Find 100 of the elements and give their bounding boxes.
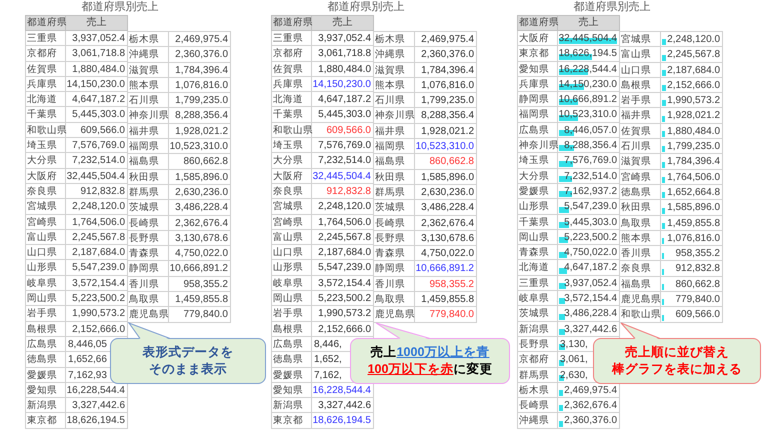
table-cell-text: 2,152,666.0 bbox=[317, 322, 372, 337]
table-cell-text: 16,228,544.4 bbox=[312, 384, 372, 398]
table-cell-text: 2,248,120.0 bbox=[317, 200, 372, 214]
table-cell-text: 2,152,666.0 bbox=[71, 322, 126, 337]
column-header: 売上 bbox=[66, 15, 128, 31]
table-cell: 石川県 bbox=[128, 93, 169, 108]
table-cell: 富山県 bbox=[620, 47, 661, 63]
table-cell-text: 1,990,573.2 bbox=[666, 94, 721, 108]
table-title: 都道府県別売上 bbox=[572, 0, 652, 15]
table-cell-text: 5,223,500.2 bbox=[71, 292, 126, 306]
table-cell-text: 1,076,816.0 bbox=[174, 78, 229, 93]
table-cell: 京都府 bbox=[517, 352, 558, 368]
table-cell: 和歌山県 bbox=[620, 307, 661, 323]
table-cell-text: 8,446,05 bbox=[67, 338, 108, 352]
table-cell-text: 4,750,022.0 bbox=[563, 246, 618, 260]
table-cell-text: 3,327,442.6 bbox=[317, 399, 372, 414]
table-cell-text: 2,630, bbox=[559, 368, 589, 383]
table-cell-text: 14,150,230.0 bbox=[312, 78, 372, 92]
table-cell-text: 2,362,676.4 bbox=[174, 216, 229, 231]
table-cell-text: 958,355.2 bbox=[428, 278, 475, 292]
table-cell-text: 8,288,356.4 bbox=[563, 139, 618, 154]
table-cell-text: 7,232,514.0 bbox=[317, 154, 372, 168]
table-cell: 山口県 bbox=[620, 62, 661, 78]
callout-text: 売上 bbox=[370, 344, 397, 361]
table-cell: 宮城県 bbox=[25, 199, 66, 215]
table-cell: 千葉県 bbox=[25, 107, 66, 123]
table-cell: 長崎県 bbox=[128, 216, 169, 231]
table-cell-text: 609,566.0 bbox=[674, 308, 721, 322]
table-cell: 埼玉県 bbox=[25, 138, 66, 154]
table-cell-text: 4,647,187.2 bbox=[71, 93, 126, 108]
table-cell-text: 7,162, bbox=[313, 368, 343, 383]
table-cell-text: 32,445,504.4 bbox=[312, 170, 372, 184]
table-cell-text: 10,523,310.0 bbox=[169, 140, 229, 154]
table-title: 都道府県別売上 bbox=[326, 0, 406, 15]
table-cell-text: 5,445,303.0 bbox=[317, 108, 372, 122]
table-cell-text: 3,130, bbox=[559, 338, 589, 352]
table-cell-text: 3,486,228.4 bbox=[174, 201, 229, 216]
table-cell-text: 14,150,230.0 bbox=[66, 78, 126, 92]
table-cell: 北海道 bbox=[517, 260, 558, 276]
table-cell-text: 18,626,194.5 bbox=[558, 47, 618, 62]
table-cell-text: 2,630,236.0 bbox=[420, 186, 475, 200]
table-cell: 鳥取県 bbox=[620, 216, 661, 231]
table-cell: 福井県 bbox=[620, 108, 661, 124]
table-cell: 三重県 bbox=[517, 276, 558, 292]
table-cell: 大阪府 bbox=[517, 31, 558, 46]
table-cell: 福島県 bbox=[374, 154, 415, 170]
table-cell-text: 2,630,236.0 bbox=[174, 186, 229, 200]
table-cell-text: 1,880,484.0 bbox=[71, 62, 126, 77]
table-cell-text: 2,245,567.8 bbox=[317, 230, 372, 245]
table-cell: 熊本県 bbox=[374, 78, 415, 94]
table-cell-text: 8,446,057.0 bbox=[563, 124, 618, 138]
table-cell: 石川県 bbox=[620, 139, 661, 154]
table-cell-text: 3,572,154.4 bbox=[563, 292, 618, 306]
table-cell: 長崎県 bbox=[374, 216, 415, 231]
table-cell: 滋賀県 bbox=[374, 62, 415, 78]
table-cell-text: 779,840.0 bbox=[182, 308, 229, 322]
table-cell: 秋田県 bbox=[620, 200, 661, 216]
table-cell-text: 3,130,678.6 bbox=[174, 232, 229, 246]
table-cell: 山形県 bbox=[271, 260, 312, 276]
table-cell: 秋田県 bbox=[374, 170, 415, 185]
table-cell-text: 3,327,442.6 bbox=[563, 322, 618, 337]
table-cell-text: 7,162,937.2 bbox=[563, 184, 618, 199]
table-cell-text: 10,523,310.0 bbox=[558, 108, 618, 122]
table-cell: 奈良県 bbox=[620, 261, 661, 277]
table-cell-text: 5,445,303.0 bbox=[563, 216, 618, 230]
table-cell-text: 2,469,975.4 bbox=[420, 33, 475, 47]
table-cell-text: 1,585,896.0 bbox=[420, 170, 475, 185]
table-cell-text: 1,764,506.0 bbox=[666, 170, 721, 185]
table-cell-text: 5,445,303.0 bbox=[71, 108, 126, 122]
table-cell-text: 1,459,855.8 bbox=[666, 216, 721, 231]
table-cell-text: 2,187,684.0 bbox=[666, 64, 721, 78]
table-cell: 埼玉県 bbox=[517, 153, 558, 169]
table-cell: 広島県 bbox=[25, 336, 66, 352]
table-cell-text: 8,288,356.4 bbox=[420, 109, 475, 124]
table-cell: 福岡県 bbox=[517, 107, 558, 123]
table-cell: 京都府 bbox=[271, 46, 312, 62]
table-cell-text: 3,572,154.4 bbox=[71, 276, 126, 291]
table-cell: 福島県 bbox=[128, 154, 169, 170]
table-cell: 兵庫県 bbox=[271, 76, 312, 92]
table-cell: 茨城県 bbox=[374, 200, 415, 216]
table-cell: 長野県 bbox=[128, 230, 169, 246]
column-header: 売上 bbox=[312, 15, 374, 31]
table-cell-text: 2,152,666.0 bbox=[666, 78, 721, 93]
table-cell-text: 3,061,718.8 bbox=[71, 47, 126, 62]
column-header: 都道府県 bbox=[271, 15, 312, 31]
table-cell: 鳥取県 bbox=[128, 292, 169, 308]
table-cell: 神奈川県 bbox=[374, 108, 415, 124]
table-cell: 佐賀県 bbox=[25, 62, 66, 77]
table-cell: 福島県 bbox=[620, 276, 661, 292]
table-cell-text: 4,647,187.2 bbox=[563, 261, 618, 276]
table-cell: 広島県 bbox=[517, 122, 558, 138]
table-cell-text: 5,223,500.2 bbox=[563, 230, 618, 245]
table-cell-text: 2,248,120.0 bbox=[666, 33, 721, 47]
callout-text: 1000万以上を青 bbox=[396, 344, 490, 361]
table-cell: 東京都 bbox=[271, 413, 312, 429]
table-cell: 鹿児島県 bbox=[128, 307, 169, 323]
table-cell-text: 1,652,66 bbox=[67, 353, 108, 368]
table-cell: 鹿児島県 bbox=[620, 292, 661, 308]
table-cell: 栃木県 bbox=[128, 32, 169, 48]
callout-text: 売上順に並び替え bbox=[625, 344, 729, 361]
